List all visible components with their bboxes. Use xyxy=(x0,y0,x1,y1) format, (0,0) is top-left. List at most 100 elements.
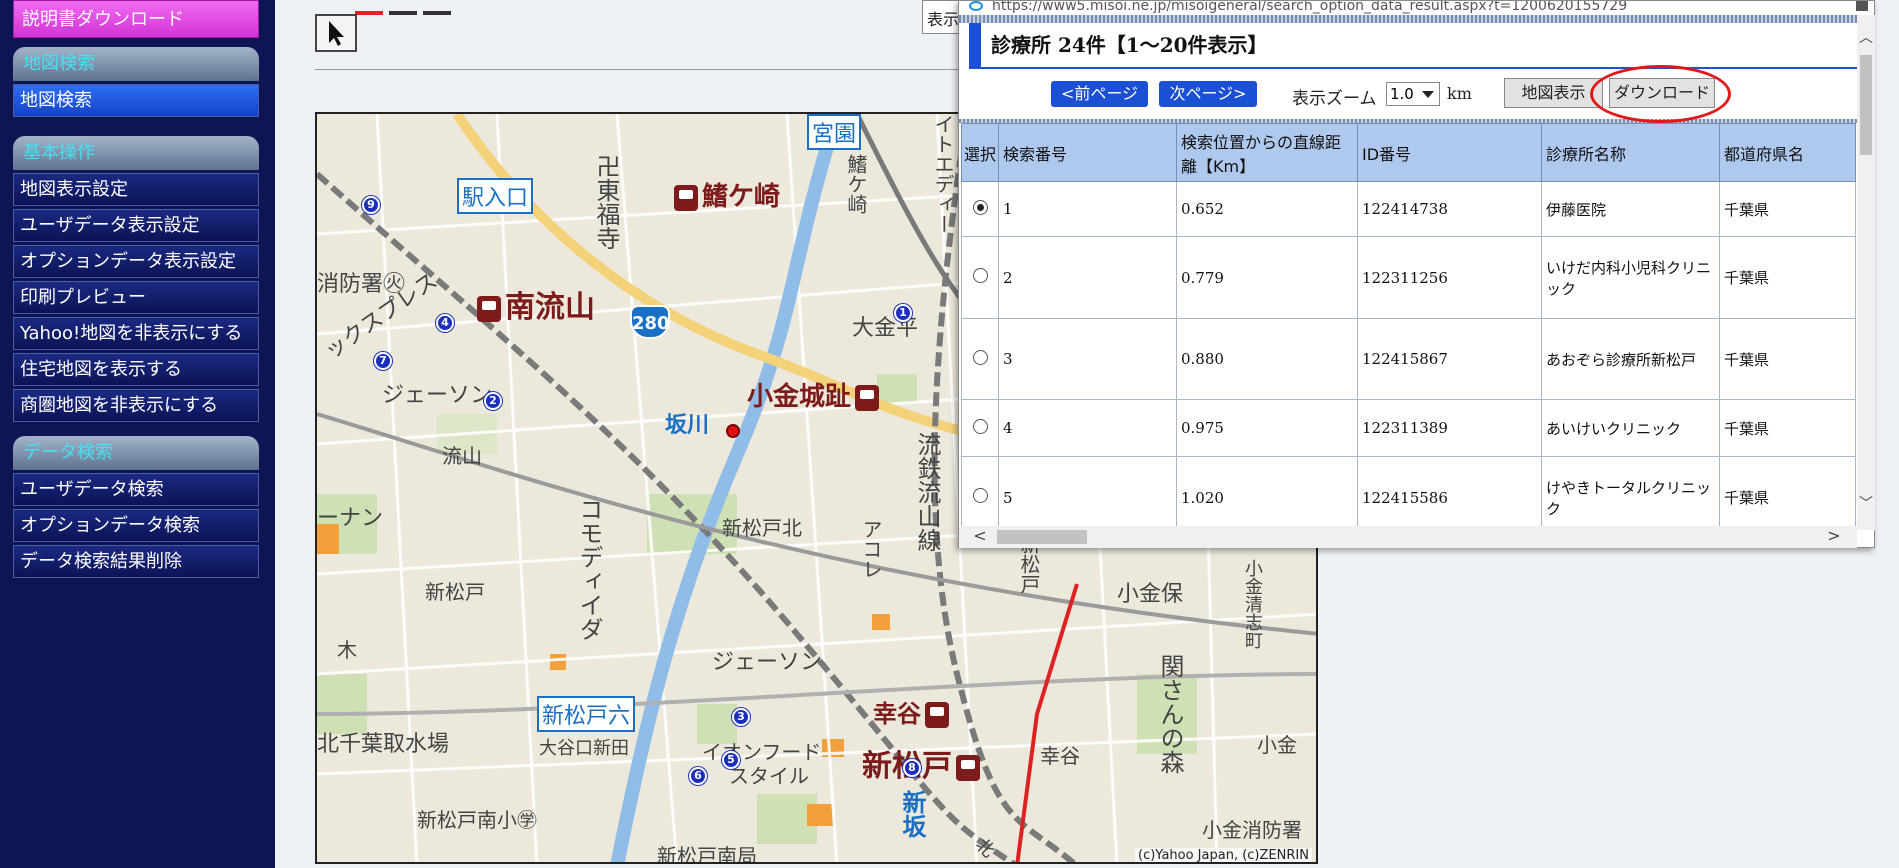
sidebar-item-delete-search-results[interactable]: データ検索結果削除 xyxy=(13,545,259,578)
search-center-marker[interactable] xyxy=(726,424,740,438)
distance-cell: 1.020 xyxy=(1176,456,1358,530)
sidebar-item-option-data-search[interactable]: オプションデータ検索 xyxy=(13,509,259,542)
station-icon xyxy=(925,702,949,728)
toolbar-tab[interactable] xyxy=(423,11,451,15)
section-basic-operation: 基本操作 地図表示設定 ユーザデータ表示設定 オプションデータ表示設定 印刷プレ… xyxy=(13,136,259,422)
select-cell xyxy=(961,399,999,457)
pointer-tool-button[interactable] xyxy=(315,14,357,52)
column-header-id: ID番号 xyxy=(1357,123,1542,182)
toolbar-tab[interactable] xyxy=(355,11,383,15)
select-cell xyxy=(961,181,999,237)
row-radio[interactable] xyxy=(972,199,988,215)
prefecture-cell: 千葉県 xyxy=(1719,399,1856,457)
vertical-scrollbar[interactable]: ︿ ﹀ xyxy=(1857,15,1875,530)
scroll-left-icon[interactable]: < xyxy=(973,528,987,544)
table-row[interactable]: 4 0.975 122311389 あいけいクリニック 千葉県 xyxy=(961,399,1856,457)
map-label-nagareyama-line: 流鉄流山線 xyxy=(913,432,941,552)
map-label-kogane-joshi-station: 小金城趾 xyxy=(747,376,883,413)
row-radio[interactable] xyxy=(972,418,988,434)
section-title-data-search: データ検索 xyxy=(13,436,259,470)
map-label-shinmatsudo-6: 新松戸六 xyxy=(537,696,636,732)
table-row[interactable]: 5 1.020 122415586 けやきトータルクリニック 千葉県 xyxy=(961,456,1856,530)
map-label-shinsaka: 新坂 xyxy=(898,790,926,838)
distance-cell: 0.652 xyxy=(1176,181,1358,237)
section-data-search: データ検索 ユーザデータ検索 オプションデータ検索 データ検索結果削除 xyxy=(13,436,259,578)
sidebar-item-user-data-search[interactable]: ユーザデータ検索 xyxy=(13,473,259,506)
scroll-thumb[interactable] xyxy=(1860,55,1872,155)
map-label-jason-2: ジェーソン xyxy=(712,650,823,675)
sidebar-item-map-display-settings[interactable]: 地図表示設定 xyxy=(13,173,259,206)
section-map-search: 地図検索 地図検索 xyxy=(13,47,259,117)
map-display-button[interactable]: 地図表示 xyxy=(1504,78,1603,108)
prefecture-cell: 千葉県 xyxy=(1719,318,1856,400)
column-header-search-number: 検索番号 xyxy=(998,123,1177,182)
zoom-select[interactable]: 1.0 xyxy=(1386,82,1440,106)
map-label-tree: 木 xyxy=(337,638,357,662)
prev-page-button[interactable]: <前ページ xyxy=(1051,81,1148,107)
map-label-konan: ーナン xyxy=(317,506,384,531)
section-title-basic-operation: 基本操作 xyxy=(13,136,259,170)
search-result-popup: https://www5.misoi.ne.jp/misoigeneral/se… xyxy=(958,0,1875,548)
column-header-distance: 検索位置からの直線距離【Km】 xyxy=(1176,123,1358,182)
clinic-name-cell: 伊藤医院 xyxy=(1541,181,1720,237)
row-radio[interactable] xyxy=(972,349,988,365)
select-cell xyxy=(961,236,999,319)
map-label-sekisan-no-mori: 関さんの森 xyxy=(1156,654,1184,774)
scroll-up-icon[interactable]: ︿ xyxy=(1859,31,1873,45)
sidebar-item-hide-yahoo-map[interactable]: Yahoo!地図を非表示にする xyxy=(13,317,259,350)
row-radio[interactable] xyxy=(972,488,988,503)
zoom-unit: km xyxy=(1447,84,1472,103)
sidebar-item-print-preview[interactable]: 印刷プレビュー xyxy=(13,281,259,314)
results-table: 選択 検索番号 検索位置からの直線距離【Km】 ID番号 診療所名称 都道府県名… xyxy=(961,123,1856,530)
table-row[interactable]: 3 0.880 122415867 あおぞら診療所新松戸 千葉県 xyxy=(961,318,1856,400)
next-page-button[interactable]: 次ページ> xyxy=(1159,81,1257,107)
clinic-marker-3[interactable]: 3 xyxy=(732,708,750,726)
prefecture-cell: 千葉県 xyxy=(1719,456,1856,530)
search-number-cell: 1 xyxy=(998,181,1177,237)
sidebar-item-hide-trade-area-map[interactable]: 商圏地図を非表示にする xyxy=(13,389,259,422)
clinic-marker-6[interactable]: 6 xyxy=(689,767,707,785)
sidebar-item-show-housing-map[interactable]: 住宅地図を表示する xyxy=(13,353,259,386)
select-cell xyxy=(961,456,999,530)
sidebar-item-map-search[interactable]: 地図検索 xyxy=(13,84,259,117)
horizontal-scrollbar[interactable]: < > xyxy=(959,526,1857,548)
annotation-circle xyxy=(1590,65,1731,123)
sidebar-item-option-data-display-settings[interactable]: オプションデータ表示設定 xyxy=(13,245,259,278)
clinic-marker-5[interactable]: 5 xyxy=(722,751,740,769)
scroll-right-icon[interactable]: > xyxy=(1827,528,1841,544)
column-header-select: 選択 xyxy=(961,123,999,182)
toolbar-tab[interactable] xyxy=(389,11,417,15)
popup-url-bar: https://www5.misoi.ne.jp/misoigeneral/se… xyxy=(959,1,1874,15)
clinic-name-cell: けやきトータルクリニック xyxy=(1541,456,1720,530)
map-label-miyazono: 宮園 xyxy=(807,114,862,150)
clinic-marker-1[interactable]: 1 xyxy=(894,304,912,322)
clinic-marker-7[interactable]: 7 xyxy=(374,352,392,370)
map-label-koganezaki-vert: 鰭ケ崎 xyxy=(844,154,868,214)
row-radio[interactable] xyxy=(972,268,988,283)
table-row[interactable]: 1 0.652 122414738 伊藤医院 千葉県 xyxy=(961,181,1856,237)
map-label-sakagawa: 坂川 xyxy=(665,413,710,438)
sidebar-item-user-data-display-settings[interactable]: ユーザデータ表示設定 xyxy=(13,209,259,242)
popup-close-icon[interactable] xyxy=(1856,1,1868,11)
map-label-jason-1: ジェーソン xyxy=(382,383,493,408)
clinic-name-cell: あいけいクリニック xyxy=(1541,399,1720,457)
clinic-marker-2[interactable]: 2 xyxy=(484,392,502,410)
clinic-marker-4[interactable]: 4 xyxy=(436,314,454,332)
scroll-thumb[interactable] xyxy=(997,530,1087,544)
app-root: 説明書ダウンロード 地図検索 地図検索 基本操作 地図表示設定 ユーザデータ表示… xyxy=(0,0,1899,868)
table-row[interactable]: 2 0.779 122311256 いけだ内科小児科クリニック 千葉県 xyxy=(961,236,1856,319)
map-label-nagareyama: 流山 xyxy=(442,444,482,468)
map-label-kogane-fire: 小金消防署 xyxy=(1202,818,1302,842)
clinic-name-cell: あおぞら診療所新松戸 xyxy=(1541,318,1720,400)
scroll-down-icon[interactable]: ﹀ xyxy=(1859,497,1873,511)
map-label-kitachiba-water: 北千葉取水場 xyxy=(317,732,450,757)
route-280-shield: 280 xyxy=(630,305,670,339)
clinic-marker-8[interactable]: 8 xyxy=(903,759,921,777)
map-label-kouya-2: 幸谷 xyxy=(1040,744,1080,768)
map-label-kogane-ho: 小金保 xyxy=(1117,582,1184,607)
sidebar: 説明書ダウンロード 地図検索 地図検索 基本操作 地図表示設定 ユーザデータ表示… xyxy=(0,0,275,868)
clinic-marker-9[interactable]: 9 xyxy=(362,196,380,214)
map-label-akore: アコレ xyxy=(859,519,883,579)
manual-download-button[interactable]: 説明書ダウンロード xyxy=(13,0,259,38)
id-cell: 122311256 xyxy=(1357,236,1542,319)
